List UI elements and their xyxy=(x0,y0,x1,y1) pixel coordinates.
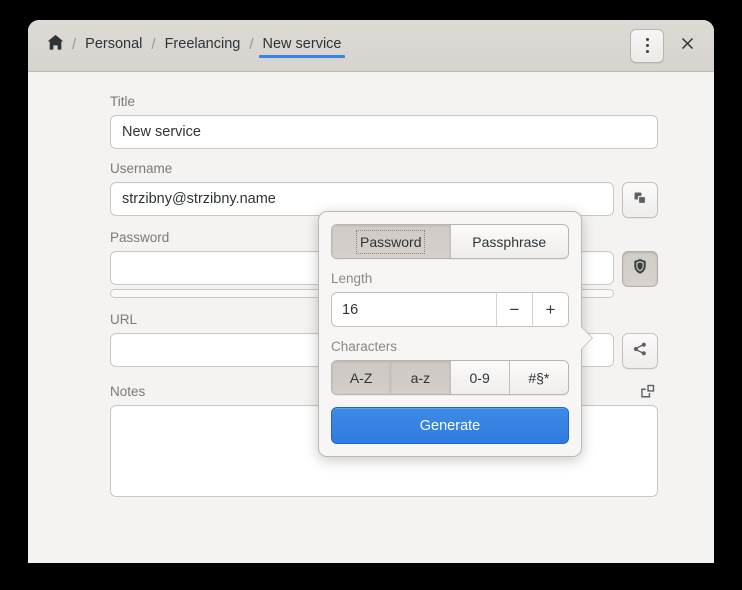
header-buttons xyxy=(630,28,704,63)
tab-password-label: Password xyxy=(355,229,426,254)
breadcrumb-item-personal[interactable]: Personal xyxy=(77,33,150,58)
length-stepper: 16 − + xyxy=(331,292,569,327)
copy-icon xyxy=(632,190,648,211)
toggle-symbols[interactable]: #§* xyxy=(509,361,568,394)
password-generator-popover: Password Passphrase Length 16 − + Charac… xyxy=(318,211,592,457)
character-set-toggles: A-Z a-z 0-9 #§* xyxy=(331,360,569,395)
length-increment-button[interactable]: + xyxy=(532,293,568,326)
toggle-digits[interactable]: 0-9 xyxy=(450,361,510,394)
length-label: Length xyxy=(331,271,373,286)
length-decrement-button[interactable]: − xyxy=(496,293,532,326)
breadcrumb-home-button[interactable] xyxy=(44,30,71,62)
toggle-uppercase[interactable]: A-Z xyxy=(332,361,392,394)
shield-icon xyxy=(632,258,648,280)
toggle-lowercase[interactable]: a-z xyxy=(391,361,451,394)
close-button[interactable] xyxy=(670,29,704,63)
title-field-group: Title New service xyxy=(110,94,658,149)
expand-notes-button[interactable] xyxy=(636,383,658,405)
characters-label: Characters xyxy=(331,339,398,354)
breadcrumb-item-freelancing[interactable]: Freelancing xyxy=(157,33,249,58)
generate-button[interactable]: Generate xyxy=(331,407,569,444)
copy-username-button[interactable] xyxy=(622,182,658,218)
username-label: Username xyxy=(110,161,173,176)
notes-label: Notes xyxy=(110,383,146,399)
username-field-group: Username strzibny@strzibny.name xyxy=(110,161,658,218)
tab-passphrase[interactable]: Passphrase xyxy=(450,225,568,258)
header-bar: / Personal / Freelancing / New service xyxy=(28,20,714,72)
form-content: Title New service Username strzibny@strz… xyxy=(28,72,714,563)
generator-mode-tabs: Password Passphrase xyxy=(331,224,569,259)
tab-passphrase-label: Passphrase xyxy=(472,233,547,250)
breadcrumb: / Personal / Freelancing / New service xyxy=(44,30,630,62)
open-url-button[interactable] xyxy=(622,333,658,369)
close-icon xyxy=(680,36,695,56)
generate-password-button[interactable] xyxy=(622,251,658,287)
popover-arrow xyxy=(581,327,592,349)
length-input[interactable]: 16 xyxy=(332,293,496,326)
more-vertical-icon xyxy=(645,38,649,53)
share-icon xyxy=(632,341,648,362)
strength-segment xyxy=(111,290,327,297)
breadcrumb-item-new-service[interactable]: New service xyxy=(255,33,350,58)
title-input[interactable]: New service xyxy=(110,115,658,149)
main-menu-button[interactable] xyxy=(630,28,664,63)
app-window: / Personal / Freelancing / New service T… xyxy=(28,20,714,563)
title-label: Title xyxy=(110,94,136,109)
expand-icon xyxy=(640,384,655,404)
home-icon xyxy=(46,33,65,56)
tab-password[interactable]: Password xyxy=(332,225,451,258)
title-row: New service xyxy=(110,115,658,149)
